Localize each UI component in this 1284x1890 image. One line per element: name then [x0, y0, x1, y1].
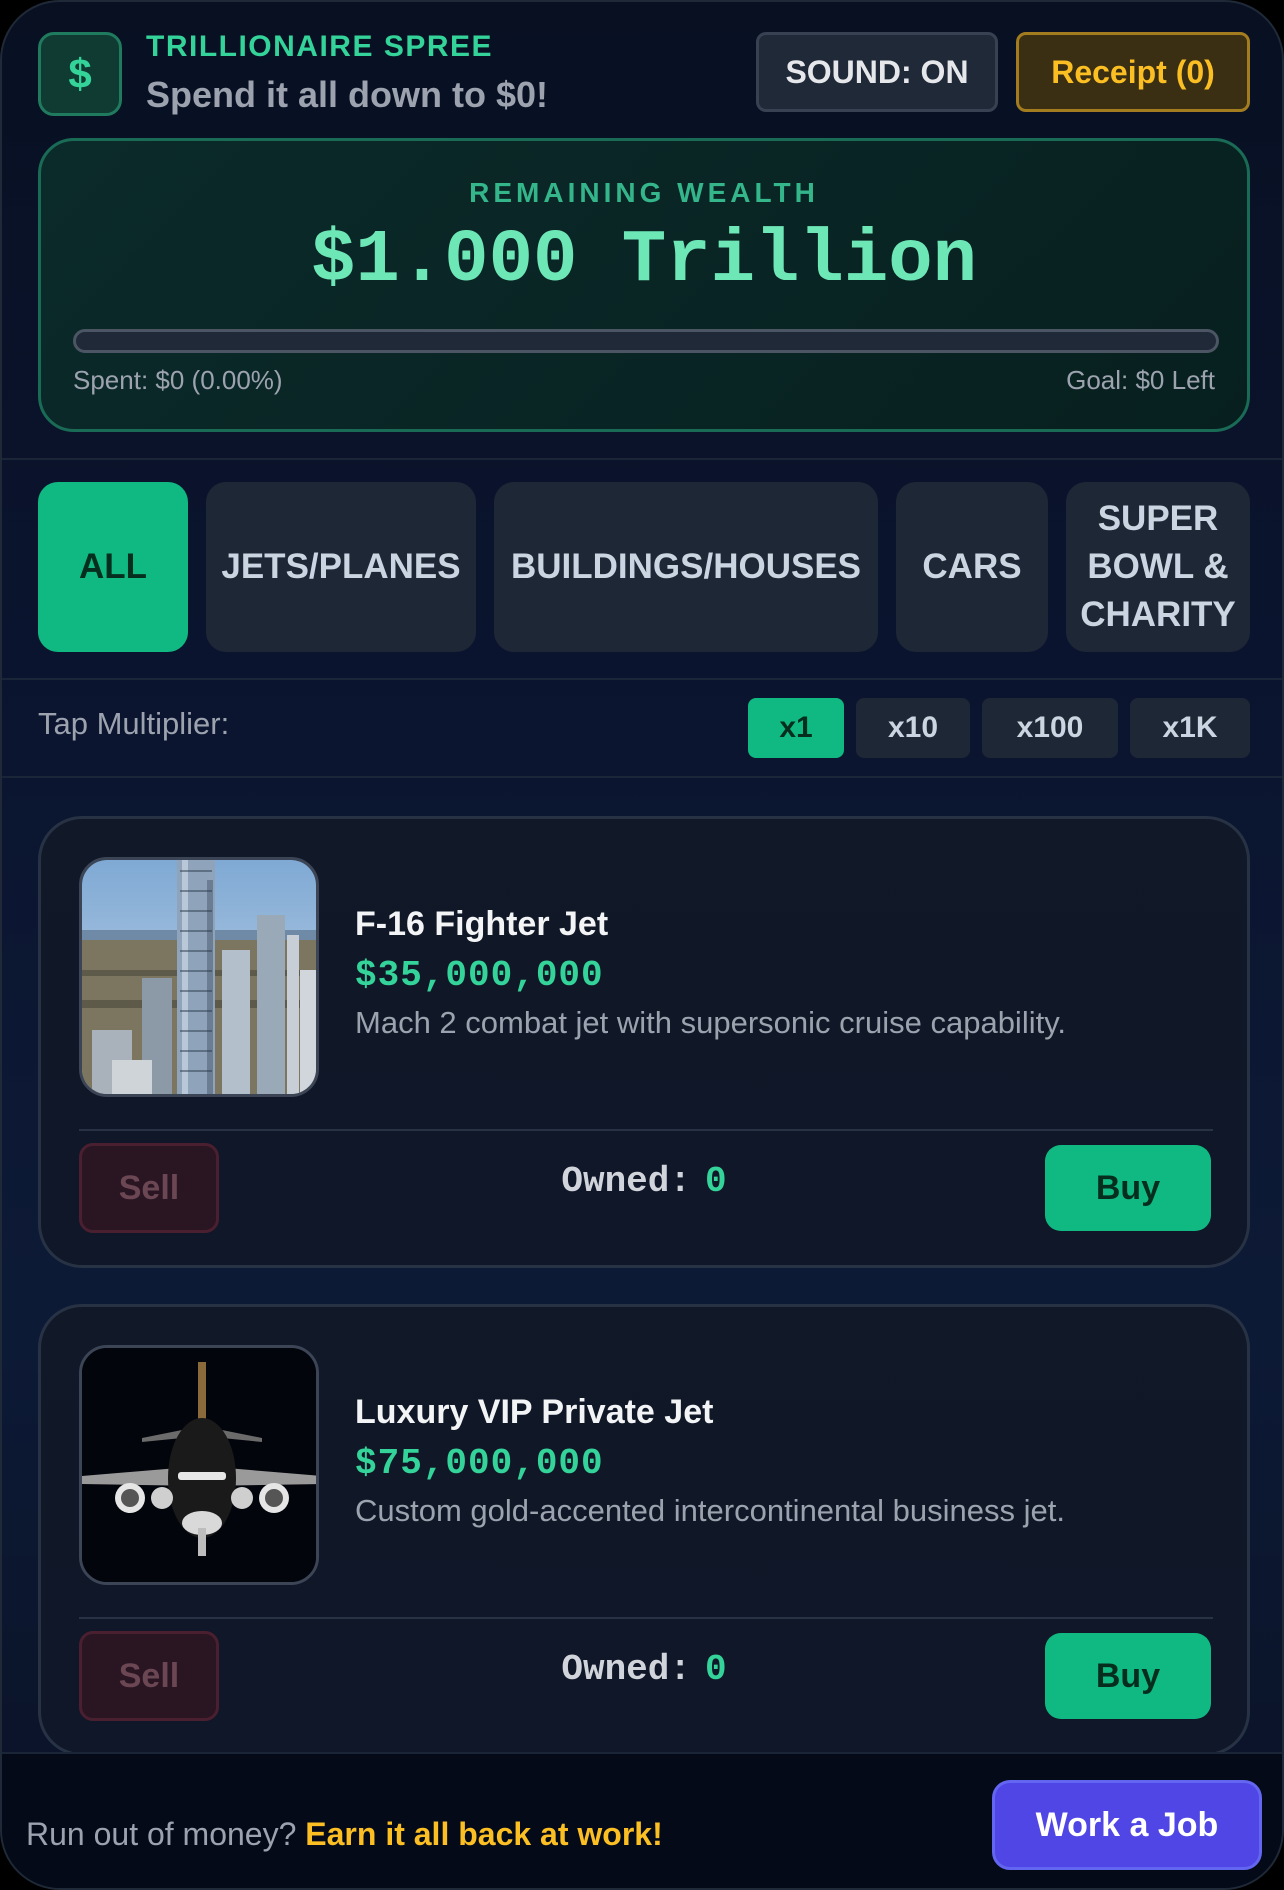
divider — [2, 678, 1282, 680]
multiplier-x1-button[interactable]: x1 — [748, 698, 844, 758]
tab-jets-planes[interactable]: JETS/PLANES — [206, 482, 476, 652]
app-subtitle: Spend it all down to $0! — [146, 74, 549, 115]
buy-button[interactable]: Buy — [1045, 1633, 1211, 1719]
item-price: $35,000,000 — [355, 955, 604, 996]
item-image — [79, 857, 319, 1097]
owned-value: 0 — [705, 1649, 727, 1690]
spend-progress-bar — [73, 329, 1219, 353]
item-description: Mach 2 combat jet with supersonic cruise… — [355, 1005, 1067, 1040]
item-name: F-16 Fighter Jet — [355, 905, 609, 943]
city-skyline-image-icon — [82, 860, 316, 1094]
item-card: Luxury VIP Private Jet $75,000,000 Custo… — [38, 1304, 1250, 1756]
buy-button[interactable]: Buy — [1045, 1145, 1211, 1231]
item-image — [79, 1345, 319, 1585]
receipt-button[interactable]: Receipt (0) — [1016, 32, 1250, 112]
app-title: TRILLIONAIRE SPREE — [146, 30, 494, 63]
item-price: $75,000,000 — [355, 1443, 604, 1484]
multiplier-x1k-button[interactable]: x1K — [1130, 698, 1250, 758]
divider — [2, 776, 1282, 778]
category-tabs: ALL JETS/PLANES BUILDINGS/HOUSES CARS SU… — [2, 482, 1282, 652]
owned-value: 0 — [705, 1161, 727, 1202]
multiplier-x10-button[interactable]: x10 — [856, 698, 970, 758]
wealth-label: REMAINING WEALTH — [469, 177, 819, 208]
app-screen: $ TRILLIONAIRE SPREE Spend it all down t… — [0, 0, 1284, 1890]
multiplier-label: Tap Multiplier: — [38, 706, 230, 741]
sound-toggle-button[interactable]: SOUND: ON — [756, 32, 998, 112]
work-a-job-button[interactable]: Work a Job — [992, 1780, 1262, 1870]
private-jet-image-icon — [82, 1348, 316, 1582]
dollar-logo-icon: $ — [38, 32, 122, 116]
owned-label: Owned: — [561, 1161, 691, 1202]
owned-label: Owned: — [561, 1649, 691, 1690]
multiplier-x100-button[interactable]: x100 — [982, 698, 1118, 758]
item-name: Luxury VIP Private Jet — [355, 1393, 714, 1431]
wealth-value: $1.000 Trillion — [310, 219, 978, 303]
footer-bar: Run out of money? Earn it all back at wo… — [2, 1752, 1282, 1888]
tab-all[interactable]: ALL — [38, 482, 188, 652]
divider — [2, 458, 1282, 460]
item-description: Custom gold-accented intercontinental bu… — [355, 1493, 1065, 1528]
wealth-card: REMAINING WEALTH $1.000 Trillion Spent: … — [38, 138, 1250, 432]
item-card: F-16 Fighter Jet $35,000,000 Mach 2 comb… — [38, 816, 1250, 1268]
spent-text: Spent: $0 (0.00%) — [73, 365, 283, 395]
header: $ TRILLIONAIRE SPREE Spend it all down t… — [2, 2, 1282, 132]
footer-highlight: Earn it all back at work! — [305, 1816, 663, 1852]
card-divider — [79, 1617, 1213, 1619]
tab-super-bowl-charity[interactable]: SUPER BOWL & CHARITY — [1066, 482, 1250, 652]
tab-cars[interactable]: CARS — [896, 482, 1048, 652]
footer-prompt: Run out of money? — [26, 1816, 297, 1852]
footer-text: Run out of money? Earn it all back at wo… — [26, 1816, 663, 1853]
goal-text: Goal: $0 Left — [1066, 365, 1215, 395]
tab-buildings-houses[interactable]: BUILDINGS/HOUSES — [494, 482, 878, 652]
card-divider — [79, 1129, 1213, 1131]
